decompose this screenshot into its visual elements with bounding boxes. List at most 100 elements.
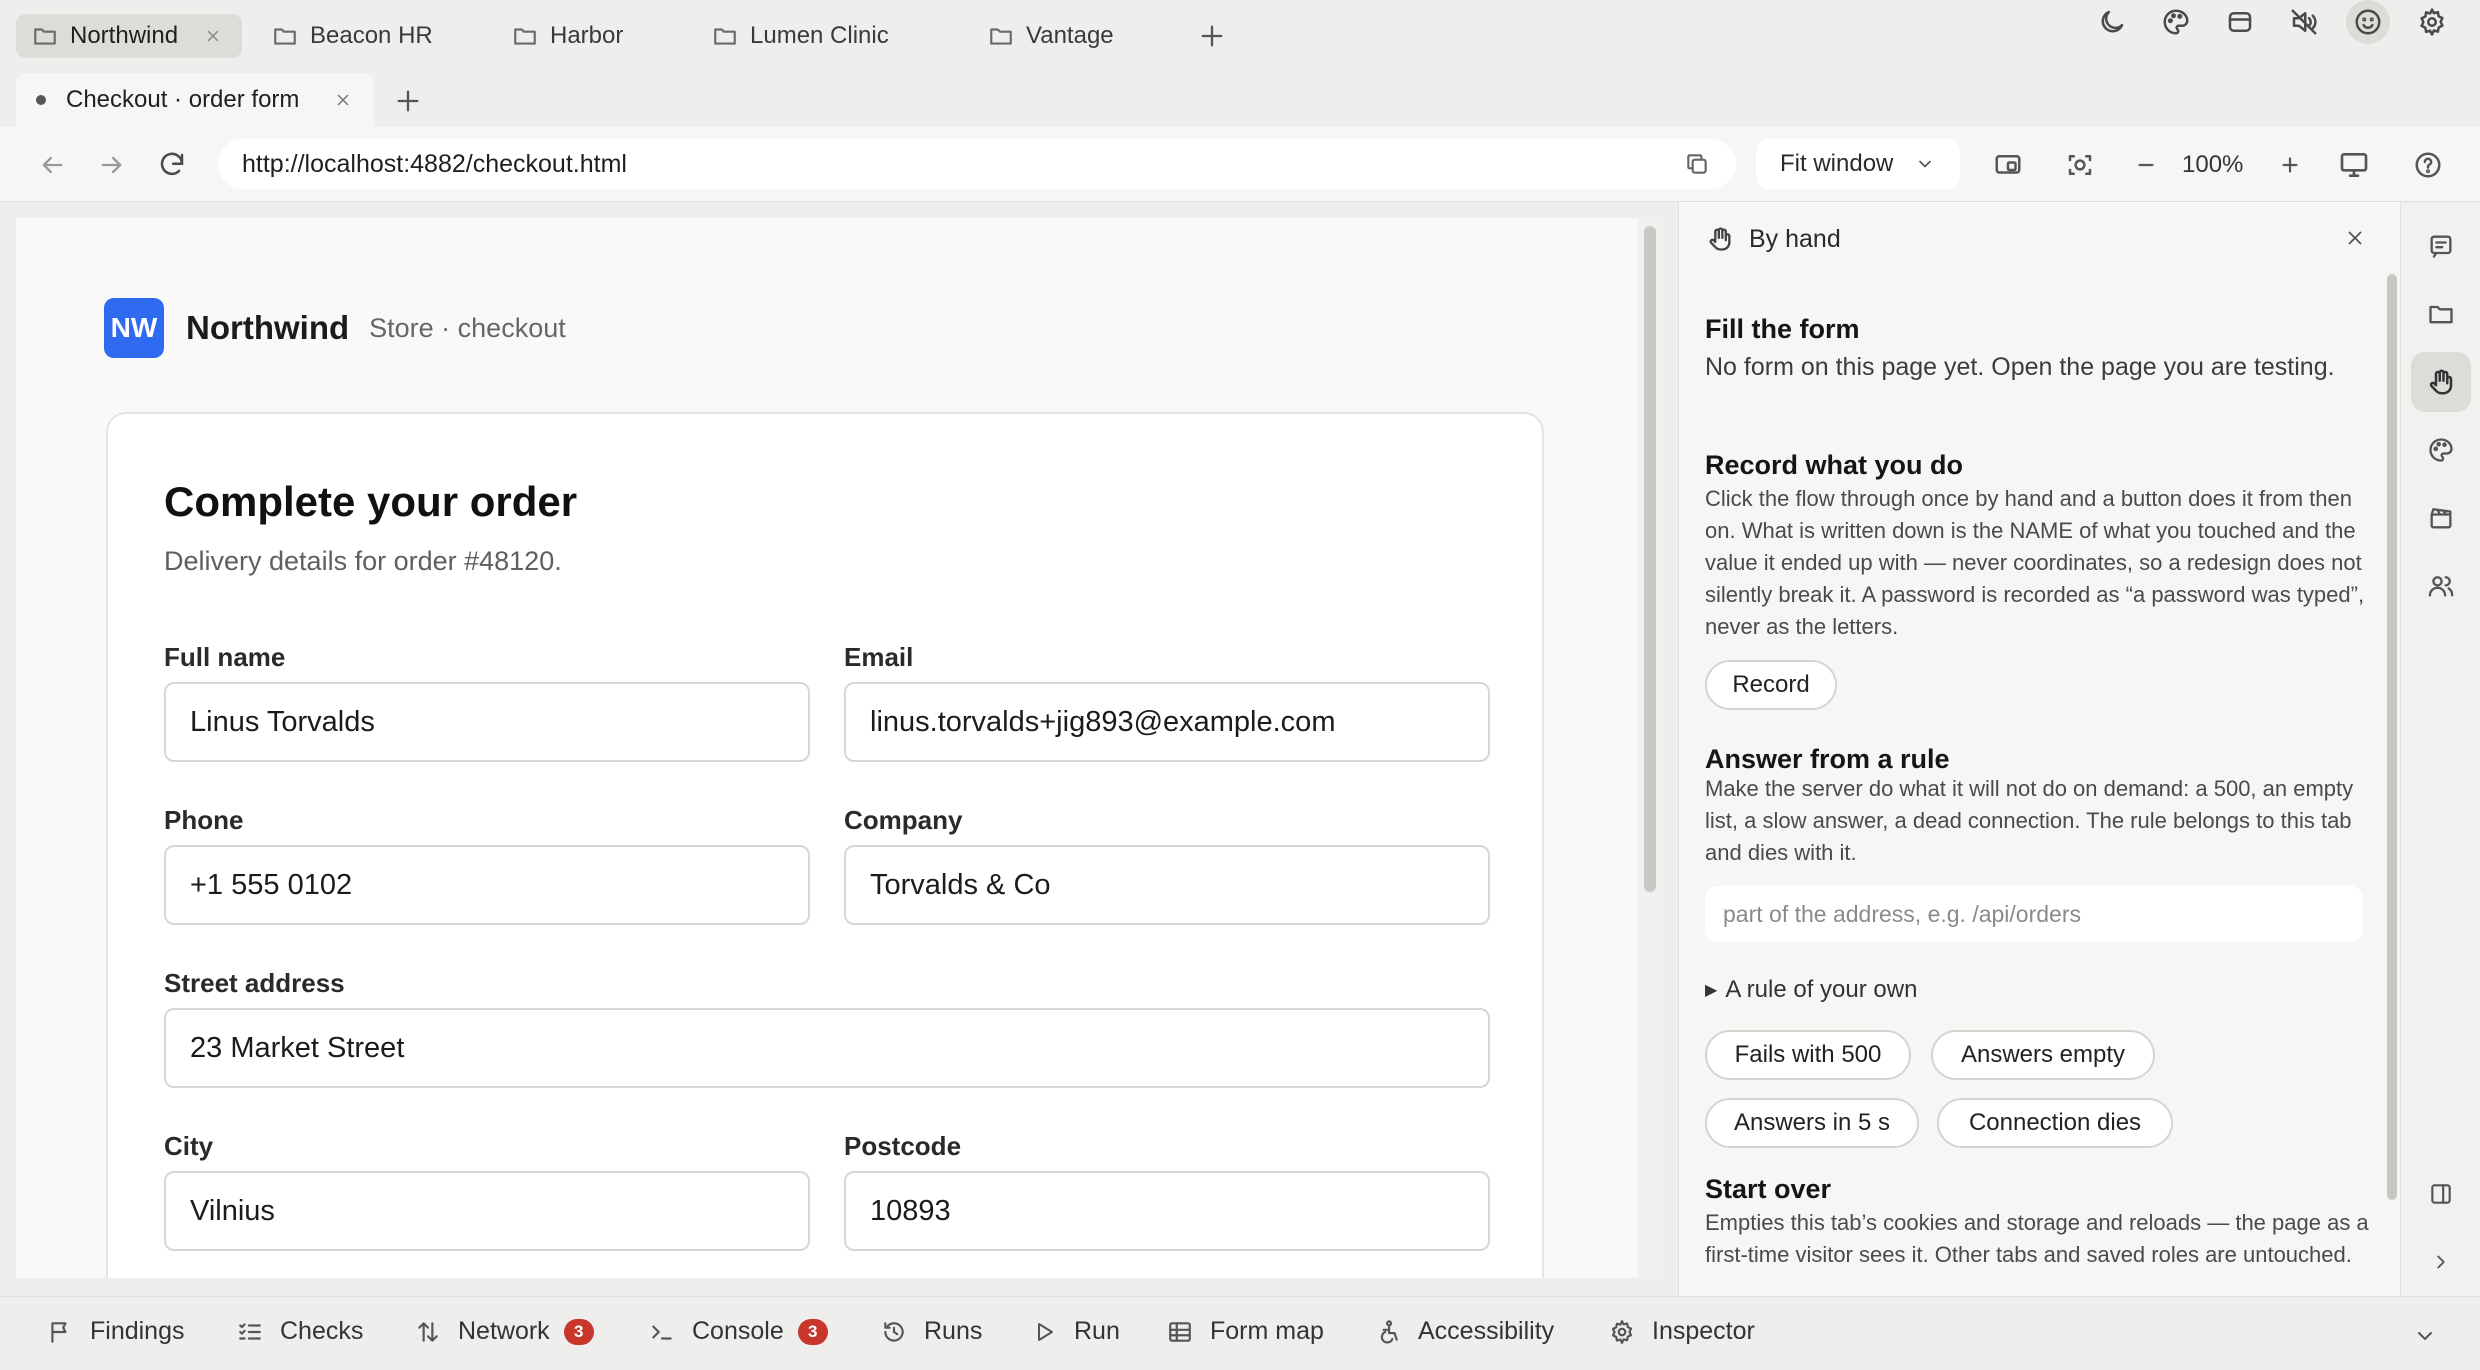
dock-tab-console[interactable]: Console 3 <box>648 1317 828 1346</box>
street-address-label: Street address <box>164 968 345 998</box>
workspace-tab-beacon-hr[interactable]: Beacon HR <box>256 14 449 58</box>
dock-tab-network[interactable]: Network 3 <box>414 1317 594 1346</box>
accessibility-icon <box>1374 1318 1402 1346</box>
clapperboard-icon[interactable] <box>2411 488 2471 548</box>
back-arrow-icon[interactable] <box>32 145 72 185</box>
console-count-badge: 3 <box>797 1318 828 1345</box>
full-name-input[interactable]: Linus Torvalds <box>164 682 810 762</box>
email-input[interactable]: linus.torvalds+jig893@example.com <box>844 682 1490 762</box>
dock-tab-findings[interactable]: Findings <box>46 1317 185 1346</box>
dock-tab-form-map[interactable]: Form map <box>1166 1317 1324 1346</box>
folder-icon[interactable] <box>2411 284 2471 344</box>
help-icon[interactable] <box>2408 145 2448 185</box>
flag-icon <box>46 1318 74 1346</box>
zoom-level: 100% <box>2182 151 2244 178</box>
zoom-out-icon[interactable] <box>2126 145 2166 185</box>
by-hand-panel: By hand Fill the form No form on this pa… <box>1678 202 2400 1296</box>
dock-tab-label: Checks <box>280 1317 364 1345</box>
play-icon <box>1030 1318 1058 1346</box>
address-bar[interactable]: http://localhost:4882/checkout.html <box>218 139 1736 189</box>
page-scrollbar[interactable] <box>1638 218 1662 1278</box>
fill-form-title: Fill the form <box>1705 314 1860 344</box>
new-tab-plus-icon[interactable] <box>392 85 424 117</box>
dock-tab-accessibility[interactable]: Accessibility <box>1374 1317 1554 1346</box>
forward-arrow-icon[interactable] <box>92 145 132 185</box>
notes-icon[interactable] <box>2411 216 2471 276</box>
close-panel-icon[interactable] <box>2341 224 2369 252</box>
preset-answers-empty-button[interactable]: Answers empty <box>1931 1030 2155 1080</box>
collapse-dock-chevron-icon[interactable] <box>2410 1321 2440 1351</box>
panel-scrollbar[interactable] <box>2387 274 2397 1200</box>
settings-gear-icon[interactable] <box>2410 0 2454 44</box>
fit-mode-select[interactable]: Fit window <box>1756 139 1960 189</box>
storage-icon[interactable] <box>2218 0 2262 44</box>
chevron-down-icon <box>1914 153 1936 175</box>
record-button[interactable]: Record <box>1705 660 1837 710</box>
dock-tab-runs[interactable]: Runs <box>880 1317 982 1346</box>
workspace-tab-label: Vantage <box>1026 22 1114 49</box>
city-input[interactable]: Vilnius <box>164 1171 810 1251</box>
history-icon <box>880 1318 908 1346</box>
table-icon <box>1166 1318 1194 1346</box>
fit-mode-label: Fit window <box>1780 150 1894 177</box>
workspace-tab-lumen-clinic[interactable]: Lumen Clinic <box>696 14 905 58</box>
desktop-view-icon[interactable] <box>2334 145 2374 185</box>
scrollbar-thumb[interactable] <box>1644 226 1656 892</box>
preset-fails-500-button[interactable]: Fails with 500 <box>1705 1030 1911 1080</box>
sidebar-toggle-icon[interactable] <box>2411 1164 2471 1224</box>
smiley-icon[interactable] <box>2346 0 2390 44</box>
fill-form-text: No form on this page yet. Open the page … <box>1705 353 2335 381</box>
dock-tab-label: Network <box>458 1317 550 1345</box>
tool-rail <box>2400 202 2480 1296</box>
close-icon[interactable] <box>204 25 222 47</box>
workspace-tab-harbor[interactable]: Harbor <box>496 14 639 58</box>
page-tab-label: Checkout · order form <box>66 86 300 113</box>
rule-address-input[interactable] <box>1705 886 2363 942</box>
arrows-updown-icon <box>414 1318 442 1346</box>
preset-connection-dies-button[interactable]: Connection dies <box>1937 1098 2173 1148</box>
new-workspace-plus-icon[interactable] <box>1196 20 1228 52</box>
close-icon[interactable] <box>332 89 354 111</box>
inspector-icon <box>1608 1318 1636 1346</box>
zoom-in-icon[interactable] <box>2270 145 2310 185</box>
workspace-tab-vantage[interactable]: Vantage <box>972 14 1130 58</box>
brand-name: Northwind <box>186 309 350 346</box>
reload-icon[interactable] <box>152 145 192 185</box>
screenshot-icon[interactable] <box>2060 145 2100 185</box>
dock-tab-run[interactable]: Run <box>1030 1317 1120 1346</box>
palette-icon[interactable] <box>2154 0 2198 44</box>
users-icon[interactable] <box>2411 556 2471 616</box>
dock-tab-checks[interactable]: Checks <box>236 1317 363 1346</box>
preset-answers-5s-button[interactable]: Answers in 5 s <box>1705 1098 1919 1148</box>
page-tab-bar: Checkout · order form <box>0 71 2480 127</box>
custom-rule-disclosure[interactable]: ▶ A rule of your own <box>1705 976 1917 1004</box>
workspace-tab-label: Lumen Clinic <box>750 22 889 49</box>
palette-icon[interactable] <box>2411 420 2471 480</box>
dark-mode-moon-icon[interactable] <box>2090 0 2134 44</box>
postcode-input[interactable]: 10893 <box>844 1171 1490 1251</box>
dock-tab-inspector[interactable]: Inspector <box>1608 1317 1755 1346</box>
dock-tab-label: Findings <box>90 1317 185 1345</box>
workspace-tab-label: Northwind <box>70 22 179 49</box>
company-input[interactable]: Torvalds & Co <box>844 845 1490 925</box>
page-tab-checkout[interactable]: Checkout · order form <box>16 73 374 127</box>
folder-icon <box>988 23 1014 49</box>
checklist-icon <box>236 1318 264 1346</box>
page-title: Complete your order <box>164 478 578 525</box>
phone-input[interactable]: +1 555 0102 <box>164 845 810 925</box>
folder-icon <box>272 23 298 49</box>
brand-subtitle: Store · checkout <box>369 312 566 343</box>
chevron-right-icon[interactable] <box>2411 1232 2471 1292</box>
street-address-input[interactable]: 23 Market Street <box>164 1008 1490 1088</box>
dock-tab-label: Console <box>692 1317 784 1345</box>
start-over-title: Start over <box>1705 1174 1832 1204</box>
hand-icon[interactable] <box>2411 352 2471 412</box>
folder-icon <box>712 23 738 49</box>
workspace-tab-northwind[interactable]: Northwind <box>16 14 242 58</box>
postcode-label: Postcode <box>844 1131 962 1161</box>
sound-muted-icon[interactable] <box>2282 0 2326 44</box>
copy-icon[interactable] <box>1682 149 1712 179</box>
device-frame-icon[interactable] <box>1988 145 2028 185</box>
folder-icon <box>512 23 538 49</box>
bottom-dock: Findings Checks Network 3 Console 3 Runs… <box>0 1296 2480 1370</box>
